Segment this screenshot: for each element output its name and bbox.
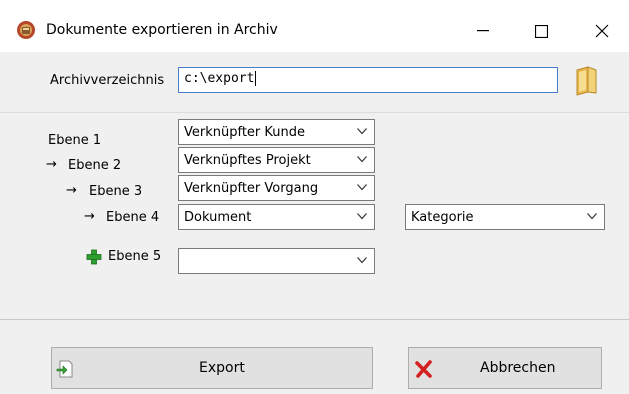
level-4-label: Ebene 4 bbox=[106, 210, 160, 225]
cancel-x-icon bbox=[415, 360, 433, 382]
close-button[interactable] bbox=[580, 12, 624, 50]
folder-icon bbox=[576, 66, 597, 96]
level-1-combo-value: Verknüpfter Kunde bbox=[184, 125, 306, 140]
level-2-combo-value: Verknüpftes Projekt bbox=[184, 153, 311, 168]
close-icon bbox=[595, 24, 609, 38]
maximize-icon bbox=[534, 24, 548, 38]
level-2-label: Ebene 2 bbox=[68, 158, 122, 173]
export-button-label: Export bbox=[199, 360, 245, 376]
cancel-button[interactable]: Abbrechen bbox=[408, 347, 602, 389]
footer-divider bbox=[0, 319, 629, 320]
level-4-arrow-icon: → bbox=[84, 209, 95, 224]
level-2-combo[interactable]: Verknüpftes Projekt bbox=[178, 147, 375, 173]
minimize-button[interactable] bbox=[461, 12, 505, 50]
maximize-button[interactable] bbox=[519, 12, 563, 50]
level-4-combo[interactable]: Dokument bbox=[178, 204, 375, 230]
export-icon bbox=[56, 360, 74, 382]
plus-icon[interactable] bbox=[86, 249, 102, 269]
browse-folder-button[interactable] bbox=[574, 66, 600, 96]
archive-app-icon bbox=[16, 20, 36, 40]
cancel-button-label: Abbrechen bbox=[480, 360, 556, 376]
export-button[interactable]: Export bbox=[51, 347, 373, 389]
level-5-combo[interactable] bbox=[178, 248, 375, 274]
archive-dir-label: Archivverzeichnis bbox=[50, 73, 165, 88]
level-4-combo-value: Dokument bbox=[184, 210, 252, 225]
chevron-down-icon bbox=[357, 156, 367, 163]
title-bar: Dokumente exportieren in Archiv bbox=[0, 0, 629, 52]
export-dialog: Dokumente exportieren in Archiv Archivve… bbox=[0, 0, 629, 394]
chevron-down-icon bbox=[357, 213, 367, 220]
level-1-label: Ebene 1 bbox=[48, 133, 102, 148]
minimize-icon bbox=[477, 30, 489, 32]
level-2-arrow-icon: → bbox=[46, 157, 57, 172]
archive-dir-input[interactable]: c:\export bbox=[178, 67, 558, 93]
level-3-label: Ebene 3 bbox=[89, 184, 143, 199]
window-title: Dokumente exportieren in Archiv bbox=[46, 22, 278, 38]
level-3-arrow-icon: → bbox=[66, 183, 77, 198]
category-combo-value: Kategorie bbox=[411, 210, 474, 225]
chevron-down-icon bbox=[357, 257, 367, 264]
chevron-down-icon bbox=[587, 213, 597, 220]
category-combo[interactable]: Kategorie bbox=[405, 204, 605, 230]
separator bbox=[0, 112, 629, 113]
chevron-down-icon bbox=[357, 184, 367, 191]
chevron-down-icon bbox=[357, 128, 367, 135]
archive-dir-value: c:\export bbox=[184, 71, 255, 86]
text-caret bbox=[255, 71, 257, 86]
level-5-label: Ebene 5 bbox=[108, 249, 162, 264]
level-3-combo[interactable]: Verknüpfter Vorgang bbox=[178, 175, 375, 201]
level-1-combo[interactable]: Verknüpfter Kunde bbox=[178, 119, 375, 145]
level-3-combo-value: Verknüpfter Vorgang bbox=[184, 181, 319, 196]
